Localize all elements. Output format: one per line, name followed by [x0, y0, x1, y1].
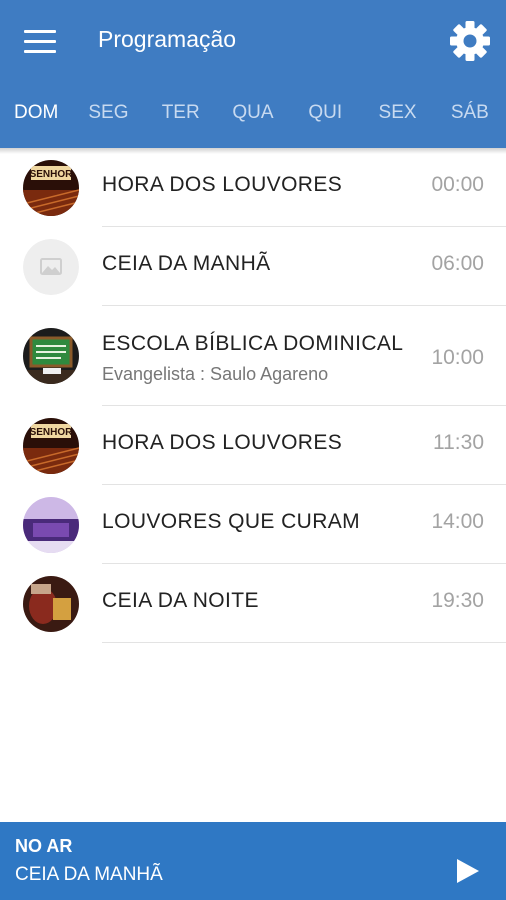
program-row[interactable]: LOUVORES QUE CURAM 14:00 [0, 485, 506, 564]
program-time: 14:00 [431, 510, 484, 533]
day-tabs: DOM SEG TER QUA QUI SEX SÁB [0, 90, 506, 136]
svg-text:SENHOR: SENHOR [30, 169, 74, 180]
program-title: HORA DOS LOUVORES [102, 431, 343, 454]
program-title: HORA DOS LOUVORES [102, 173, 343, 196]
hamburger-menu-icon[interactable] [24, 30, 56, 54]
program-subtitle: Evangelista : Saulo Agareno [102, 364, 329, 384]
program-title: ESCOLA BÍBLICA DOMINICAL [102, 332, 404, 355]
placeholder-image-icon [23, 238, 79, 295]
program-time: 10:00 [431, 346, 484, 369]
program-row[interactable]: CEIA DA NOITE 19:30 [0, 564, 506, 643]
tab-seg[interactable]: SEG [72, 90, 144, 136]
program-time: 06:00 [431, 252, 484, 275]
program-row[interactable]: CEIA DA MANHÃ 06:00 [0, 227, 506, 306]
play-icon[interactable] [452, 856, 482, 886]
program-row[interactable]: SENHOR HORA DOS LOUVORES 00:00 [0, 148, 506, 227]
program-row[interactable]: ESCOLA BÍBLICA DOMINICAL Evangelista : S… [0, 306, 506, 406]
app-bar-shadow [0, 148, 506, 154]
tab-qua[interactable]: QUA [217, 90, 289, 136]
program-thumbnail [23, 328, 79, 384]
now-playing-bar[interactable]: NO AR CEIA DA MANHÃ [0, 822, 506, 900]
program-thumbnail [23, 496, 79, 553]
page-title: Programação [98, 26, 237, 52]
tab-dom[interactable]: DOM [0, 90, 72, 136]
program-row[interactable]: SENHOR HORA DOS LOUVORES 11:30 [0, 406, 506, 485]
tab-sab[interactable]: SÁB [434, 90, 506, 136]
tab-ter[interactable]: TER [145, 90, 217, 136]
program-title: CEIA DA NOITE [102, 589, 259, 612]
tab-qui[interactable]: QUI [289, 90, 361, 136]
program-thumbnail [23, 575, 79, 632]
program-time: 19:30 [431, 589, 484, 612]
program-thumbnail: SENHOR [23, 417, 79, 474]
svg-text:SENHOR: SENHOR [30, 427, 74, 438]
program-title: CEIA DA MANHÃ [102, 252, 271, 275]
program-time: 11:30 [433, 431, 484, 454]
program-title: LOUVORES QUE CURAM [102, 510, 361, 533]
app-bar: Programação DOM SEG TER QUA QUI SEX SÁB [0, 0, 506, 148]
tab-sex[interactable]: SEX [361, 90, 433, 136]
gear-icon[interactable] [448, 19, 492, 63]
now-playing-label: NO AR [15, 836, 73, 856]
now-playing-title: CEIA DA MANHÃ [15, 864, 163, 885]
program-list: SENHOR HORA DOS LOUVORES 00:00 CEIA DA M… [0, 148, 506, 643]
program-time: 00:00 [431, 173, 484, 196]
program-thumbnail: SENHOR [23, 159, 79, 216]
